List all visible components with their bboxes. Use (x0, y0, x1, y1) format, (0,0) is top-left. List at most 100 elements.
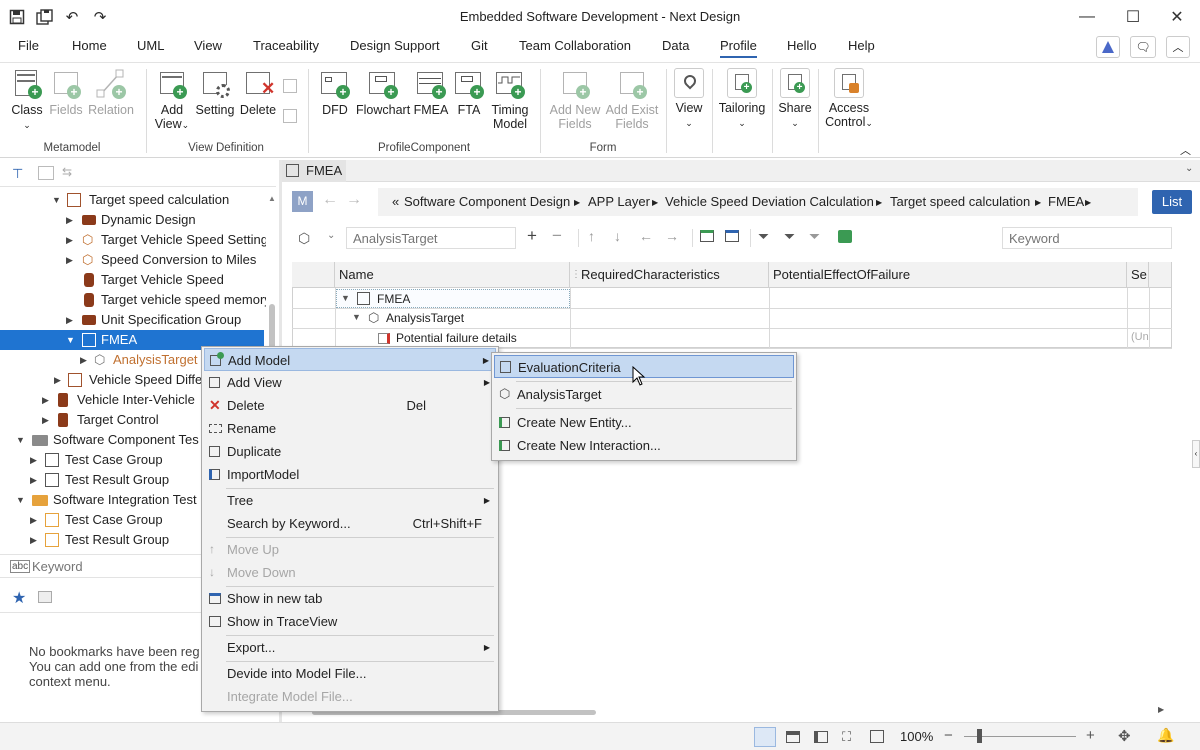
add-row-icon[interactable]: + (527, 226, 537, 246)
collapsed-arrow-icon[interactable]: ▶ (66, 210, 73, 230)
column-potential-effect[interactable]: PotentialEffectOfFailure (769, 262, 1127, 288)
menu-analysis-target[interactable]: ⬡ AnalysisTarget (494, 383, 794, 406)
star-icon[interactable]: ★ (12, 588, 26, 608)
move-right-icon[interactable]: → (665, 228, 679, 244)
menu-tree[interactable]: Tree ▶ (204, 489, 496, 512)
menu-design-support[interactable]: Design Support (350, 38, 440, 53)
menu-show-in-new-tab[interactable]: Show in new tab (204, 587, 496, 610)
scroll-up-icon[interactable]: ▲ (268, 194, 276, 203)
expanded-arrow-icon[interactable]: ▼ (352, 312, 361, 322)
notification-bell-icon[interactable]: 🔔 (1157, 727, 1174, 744)
clear-filter-icon[interactable]: ⏷ (809, 228, 820, 245)
layout-mode-1-icon[interactable] (754, 727, 776, 747)
menu-file[interactable]: File (18, 38, 39, 53)
zoom-out-icon[interactable]: − (944, 727, 953, 744)
flowchart-button[interactable]: + Flowchart (356, 68, 410, 117)
side-panel-toggle-icon[interactable]: ‹ (1192, 440, 1200, 468)
collapsed-arrow-icon[interactable]: ▶ (66, 250, 73, 270)
menu-delete[interactable]: ✕ Delete Del (204, 394, 496, 417)
expanded-arrow-icon[interactable]: ▼ (52, 190, 61, 210)
layout-mode-3-icon[interactable] (814, 731, 828, 743)
tab-fmea[interactable]: FMEA (282, 160, 346, 182)
menu-home[interactable]: Home (72, 38, 107, 53)
severity-cell[interactable]: (Un (1131, 331, 1149, 343)
zoom-in-icon[interactable]: + (1086, 727, 1095, 744)
access-control-button[interactable]: Access Control⌄ (822, 68, 876, 130)
fta-button[interactable]: + FTA (451, 68, 487, 117)
column-required-characteristics[interactable]: ⋮ RequiredCharacteristics (570, 262, 769, 288)
menu-hello[interactable]: Hello (787, 38, 817, 53)
fmea-button[interactable]: + FMEA (412, 68, 450, 117)
menu-view[interactable]: View (194, 38, 222, 53)
expanded-arrow-icon[interactable]: ▼ (66, 330, 75, 350)
zoom-slider-thumb[interactable] (977, 729, 982, 743)
column-drag-handle-icon[interactable]: ⋮ (571, 262, 581, 288)
breadcrumb-item[interactable]: Software Component Design (404, 194, 570, 209)
menu-export[interactable]: Export... ▶ (204, 636, 496, 659)
menu-create-new-entity[interactable]: Create New Entity... (494, 411, 794, 434)
collapse-ribbon-icon[interactable]: ︿ (1166, 36, 1190, 58)
account-icon[interactable] (1096, 36, 1120, 58)
tree-item[interactable]: ▶ ⬡ Speed Conversion to Miles (0, 250, 266, 270)
menu-git[interactable]: Git (471, 38, 488, 53)
menu-divide-model-file[interactable]: Devide into Model File... (204, 662, 496, 685)
view-button[interactable]: View ⌄ (672, 68, 706, 130)
tree-item[interactable]: Target vehicle speed memory (0, 290, 266, 310)
tab-list-chevron-icon[interactable]: ⌄ (1185, 163, 1193, 174)
collapsed-arrow-icon[interactable]: ▶ (42, 390, 49, 410)
layout-mode-2-icon[interactable] (786, 731, 800, 743)
history-icon[interactable] (38, 591, 52, 603)
collapsed-arrow-icon[interactable]: ▶ (66, 310, 73, 330)
sync-icon[interactable]: ⇆ (62, 165, 72, 179)
add-view-button[interactable]: + Add View⌄ (152, 68, 192, 132)
table-row[interactable]: ▼ FMEA (336, 289, 570, 308)
column-name[interactable]: Name (335, 262, 570, 288)
scroll-right-icon[interactable]: ▶ (1158, 705, 1164, 714)
maximize-button[interactable]: ☐ (1110, 0, 1156, 34)
collapsed-arrow-icon[interactable]: ▶ (30, 510, 37, 530)
insert-column-icon[interactable] (700, 230, 714, 242)
move-up-icon[interactable]: ↑ (588, 228, 595, 244)
expanded-arrow-icon[interactable]: ▼ (341, 293, 350, 303)
collapsed-arrow-icon[interactable]: ▶ (30, 530, 37, 550)
check-column-icon[interactable] (725, 230, 739, 242)
menu-uml[interactable]: UML (137, 38, 164, 53)
breadcrumb-chevron-icon[interactable]: ▶ (574, 198, 580, 207)
collapsed-arrow-icon[interactable]: ▶ (30, 470, 37, 490)
setting-button[interactable]: Setting (194, 68, 236, 117)
remove-row-icon[interactable]: − (552, 226, 562, 246)
expanded-arrow-icon[interactable]: ▼ (16, 430, 25, 450)
menu-team-collaboration[interactable]: Team Collaboration (519, 38, 631, 53)
table-row[interactable]: ▼ ⬡ AnalysisTarget (336, 309, 570, 328)
tailoring-button[interactable]: + Tailoring ⌄ (716, 68, 768, 130)
feedback-icon[interactable]: 🗨 (1130, 36, 1156, 58)
tree-item[interactable]: ▶ ⬡ Target Vehicle Speed Setting (0, 230, 266, 250)
ribbon-collapse-icon[interactable]: ︿ (1180, 142, 1191, 158)
navigator-icon[interactable]: ⛶ (842, 729, 851, 745)
analysis-target-input[interactable] (346, 227, 516, 249)
menu-duplicate[interactable]: Duplicate (204, 440, 496, 463)
class-button[interactable]: + Class ⌄ (6, 68, 48, 132)
zoom-level[interactable]: 100% (900, 729, 933, 744)
minimize-button[interactable]: ― (1064, 0, 1110, 34)
breadcrumb-item[interactable]: APP Layer (588, 194, 650, 209)
menu-rename[interactable]: Rename (204, 417, 496, 440)
mode-badge[interactable]: M (292, 191, 313, 212)
forward-arrow-icon[interactable]: → (346, 191, 362, 209)
filter-icon[interactable]: ⏷ (758, 228, 769, 245)
menu-add-view[interactable]: Add View ▶ (204, 371, 496, 394)
breadcrumb-item[interactable]: Vehicle Speed Deviation Calculation (665, 194, 874, 209)
expanded-arrow-icon[interactable]: ▼ (16, 490, 25, 510)
grid-keyword-input[interactable] (1002, 227, 1172, 249)
tree-item[interactable]: ▶ Dynamic Design (0, 210, 266, 230)
move-down-icon[interactable]: ↓ (614, 228, 621, 244)
tree-structure-icon[interactable]: ⊤ (12, 166, 30, 181)
filter-text-icon[interactable]: ⏷ (784, 228, 795, 245)
breadcrumb-chevron-icon[interactable]: ▶ (1085, 198, 1091, 207)
menu-create-new-interaction[interactable]: Create New Interaction... (494, 434, 794, 457)
collapsed-arrow-icon[interactable]: ▶ (54, 370, 61, 390)
breadcrumb-chevron-icon[interactable]: ▶ (876, 198, 882, 207)
tree-item[interactable]: ▶ Unit Specification Group (0, 310, 266, 330)
screenshot-icon[interactable] (870, 730, 884, 743)
column-severity[interactable]: Se (1127, 262, 1149, 288)
